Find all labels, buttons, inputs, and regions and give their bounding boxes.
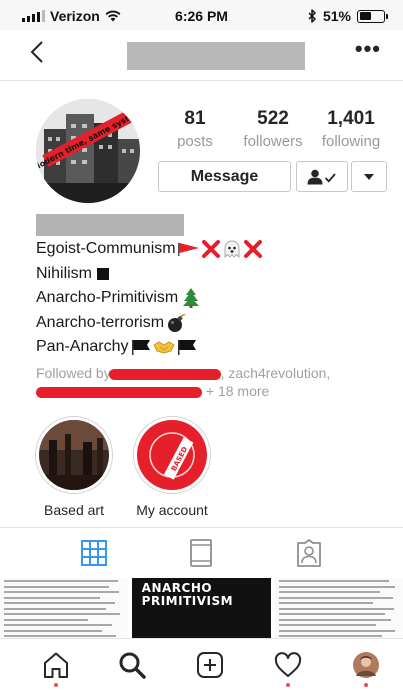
tagged-user-icon: [297, 539, 322, 567]
follower-name-redacted: [36, 386, 202, 398]
bio-text-nihilism: Nihilism: [36, 264, 92, 282]
poster-title: ANARCHO PRIMITIVISM: [141, 581, 234, 608]
followed-by-prefix: Followed by: [36, 365, 111, 381]
nav-divider: [0, 80, 403, 81]
profile-avatar[interactable]: Modern time, same system.: [36, 99, 140, 203]
highlight-my-account[interactable]: BASED My account: [130, 416, 214, 518]
add-post-icon: [197, 652, 223, 678]
avatar-image: Modern time, same system.: [36, 99, 140, 203]
follower-name-visible: , zach4revolution,: [220, 365, 331, 381]
person-check-icon: [307, 169, 336, 184]
activity-tab[interactable]: [272, 649, 304, 681]
bio-line-3: Anarcho-Primitivism: [36, 286, 262, 311]
red-flag-icon: [177, 242, 200, 257]
bomb-icon: [166, 313, 186, 333]
bio-line-2: Nihilism: [36, 262, 262, 287]
notification-dot: [54, 683, 58, 687]
cross-mark-icon: [201, 240, 220, 259]
ghost-icon: [222, 239, 242, 259]
following-button[interactable]: [296, 161, 348, 192]
highlight-cover-based-art: [39, 420, 109, 490]
evergreen-tree-icon: [183, 288, 200, 309]
search-tab[interactable]: [116, 649, 148, 681]
home-tab[interactable]: [40, 649, 72, 681]
grid-post[interactable]: [0, 578, 128, 638]
bio-text-anarcho-primitivism: Anarcho-Primitivism: [36, 289, 179, 306]
highlight-label: My account: [136, 502, 208, 518]
tab-grid[interactable]: [74, 533, 114, 573]
highlight-ring: [35, 416, 113, 494]
bio-text-pan-anarchy: Pan-Anarchy: [36, 338, 129, 355]
followed-by-line-1: Followed by , zach4revolution,: [36, 364, 376, 382]
list-view-icon: [190, 539, 213, 567]
bluetooth-icon: [308, 9, 316, 23]
bio-line-4: Anarcho-terrorism: [36, 311, 262, 336]
highlight-ring: BASED: [133, 416, 211, 494]
highlight-based-art[interactable]: Based art: [32, 416, 116, 518]
stat-following[interactable]: 1,401 following: [311, 108, 391, 152]
cross-mark-icon: [243, 240, 262, 259]
search-icon: [119, 652, 146, 679]
followers-count: 522: [257, 108, 289, 129]
triangle-down-icon: [364, 173, 374, 180]
profile-tab[interactable]: [350, 649, 382, 681]
handshake-icon: [152, 339, 175, 355]
followers-label: followers: [243, 133, 303, 150]
home-icon: [44, 652, 68, 678]
tab-tagged[interactable]: [289, 533, 329, 573]
battery-percent: 51%: [322, 8, 351, 24]
grid-icon: [80, 540, 107, 566]
notification-dot: [286, 683, 290, 687]
posts-grid: ANARCHO PRIMITIVISM: [0, 578, 403, 638]
black-flag-icon: [131, 339, 151, 356]
followed-by-more: + 18 more: [205, 383, 270, 399]
posts-count: 81: [184, 108, 206, 129]
username-redacted: [127, 42, 305, 70]
stat-followers[interactable]: 522 followers: [233, 108, 313, 152]
suggested-dropdown-button[interactable]: [351, 161, 387, 192]
notification-dot: [364, 683, 368, 687]
nav-bar: •••: [0, 30, 403, 80]
black-square-icon: [97, 267, 109, 280]
profile-tabs: [0, 532, 403, 574]
heart-icon: [274, 652, 302, 677]
bio-text-egoist-communism: Egoist-Communism: [36, 240, 176, 257]
battery-icon: [357, 9, 388, 23]
more-options-button[interactable]: •••: [355, 36, 381, 62]
tabs-divider: [0, 527, 403, 528]
create-post-tab[interactable]: [194, 649, 226, 681]
bio-line-1: Egoist-Communism: [36, 237, 262, 262]
profile-bio: Egoist-Communism Nihilism Anarcho-Primit…: [36, 237, 262, 360]
battery-level-fill: [359, 12, 372, 20]
status-right-group: 51%: [308, 8, 388, 24]
full-name-redacted: [36, 214, 184, 236]
status-bar: Verizon 6:26 PM 51%: [0, 0, 403, 30]
bottom-tab-bar: [0, 638, 403, 690]
stat-posts[interactable]: 81 posts: [155, 108, 235, 152]
profile-avatar-icon: [353, 652, 379, 678]
black-flag-icon: [177, 339, 197, 356]
grid-post[interactable]: [275, 578, 403, 638]
followed-by-line-2: + 18 more: [36, 382, 376, 400]
followed-by[interactable]: Followed by , zach4revolution, + 18 more: [36, 364, 376, 400]
highlight-label: Based art: [44, 502, 104, 518]
back-button[interactable]: [30, 38, 44, 72]
bio-line-5: Pan-Anarchy: [36, 335, 262, 360]
tab-list[interactable]: [181, 533, 221, 573]
highlight-cover-my-account: BASED: [137, 420, 207, 490]
follower-name-redacted: [108, 368, 221, 380]
grid-post[interactable]: ANARCHO PRIMITIVISM: [131, 578, 272, 638]
bio-text-anarcho-terrorism: Anarcho-terrorism: [36, 313, 165, 331]
posts-label: posts: [177, 133, 213, 150]
following-count: 1,401: [327, 108, 375, 129]
message-button[interactable]: Message: [158, 161, 291, 192]
chevron-left-icon: [30, 41, 43, 63]
following-label: following: [321, 133, 381, 150]
